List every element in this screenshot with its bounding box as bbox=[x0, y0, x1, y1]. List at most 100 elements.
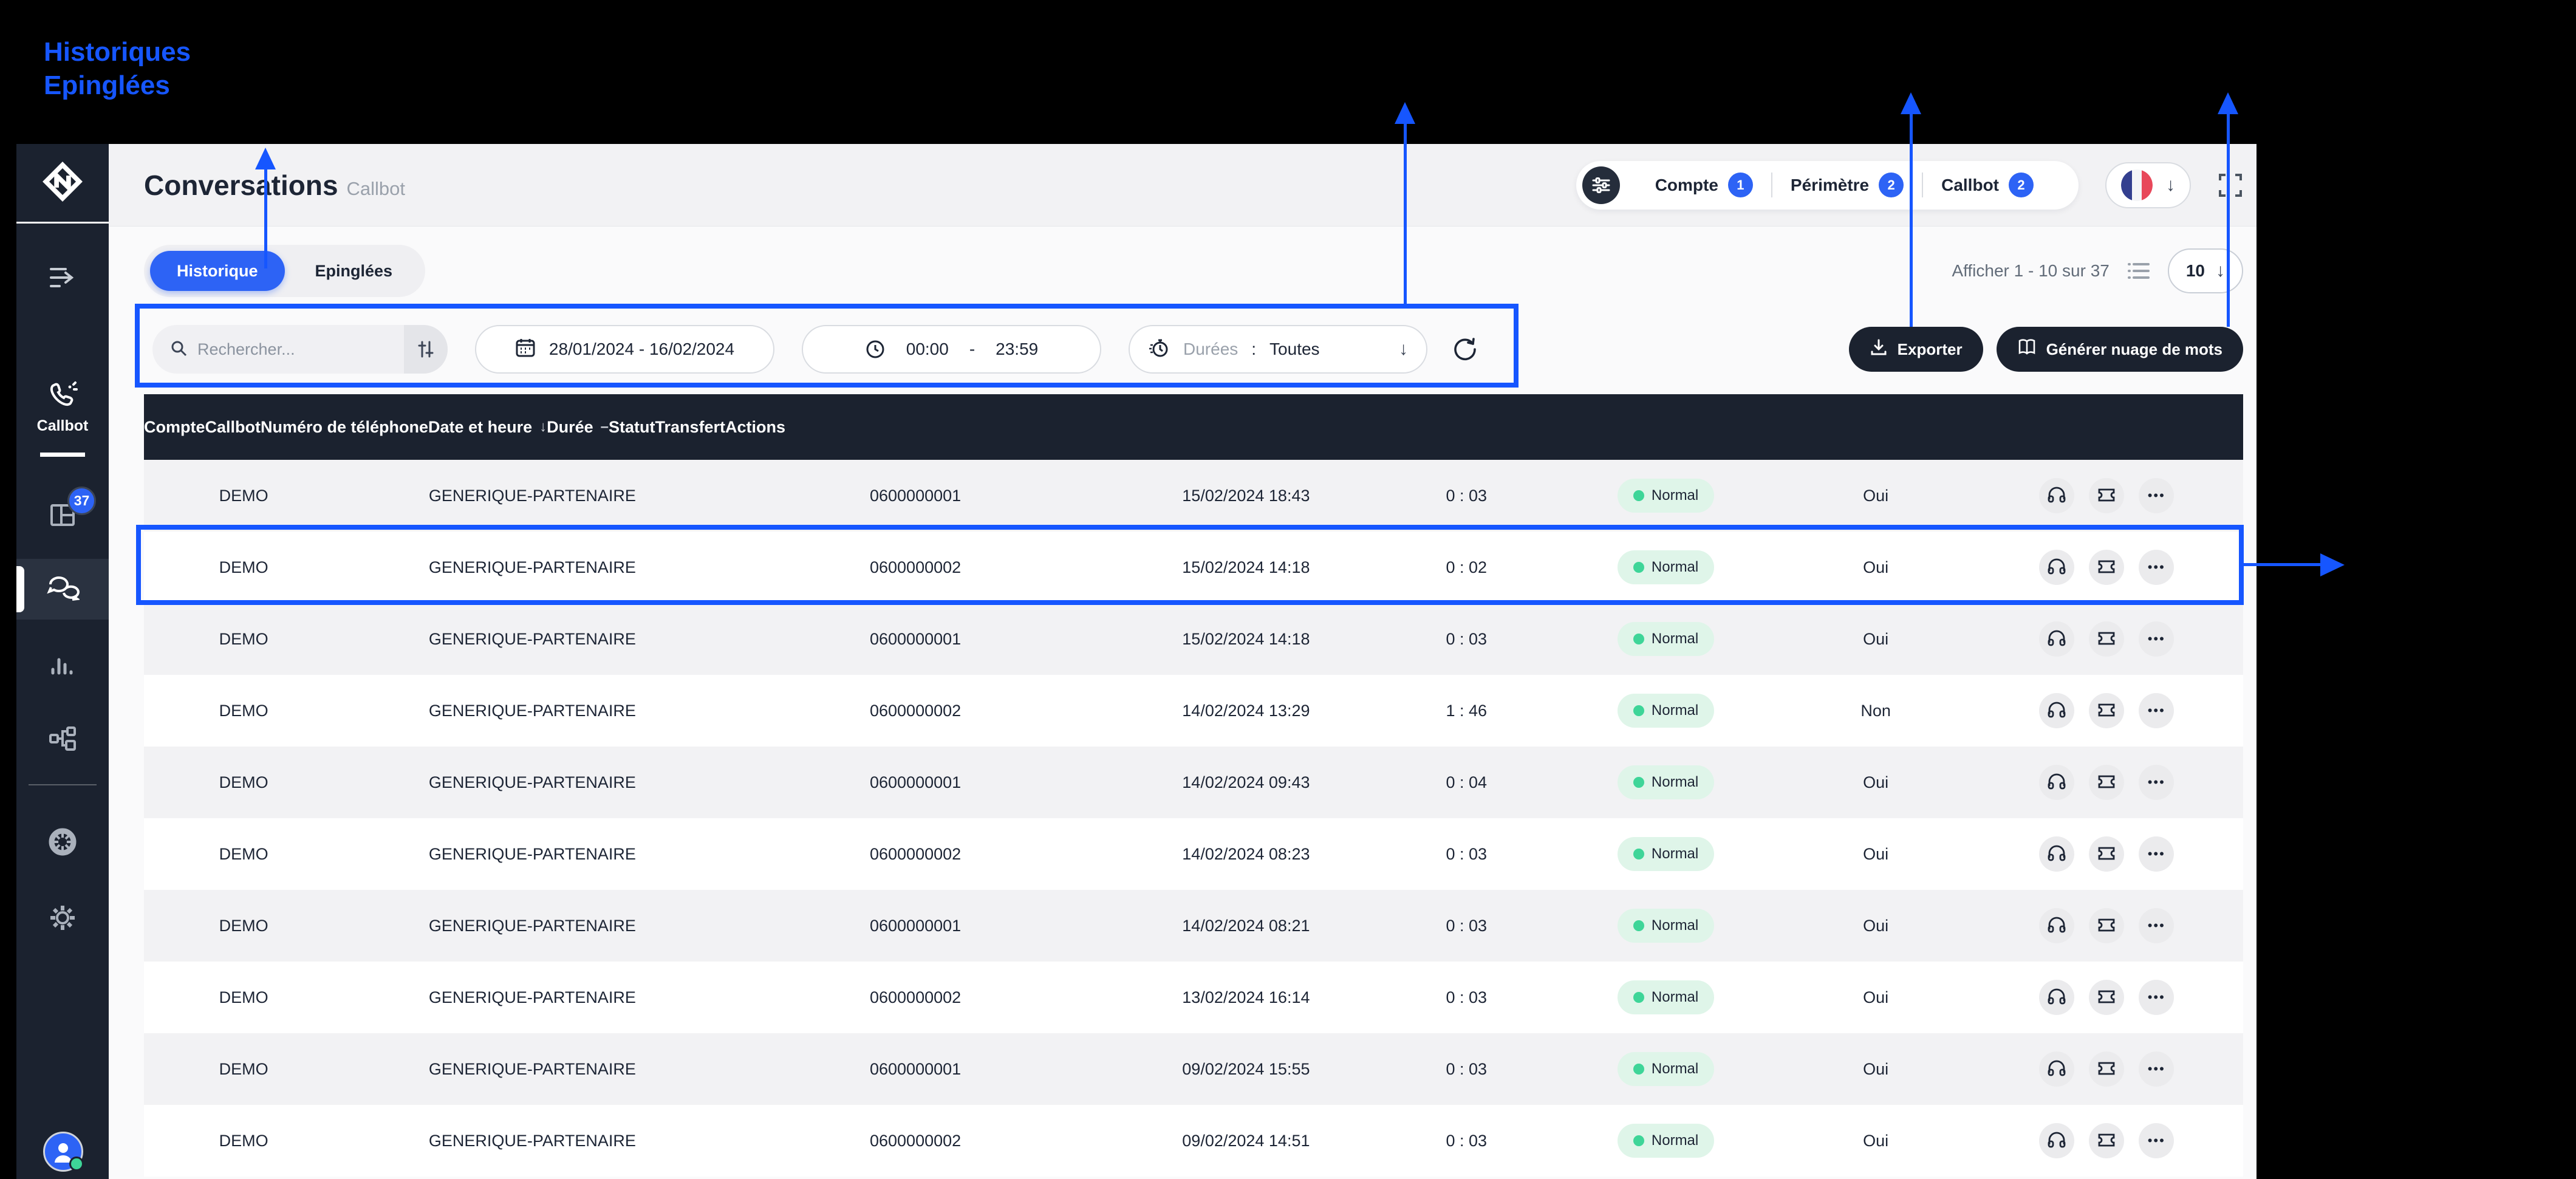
headphones-icon bbox=[2047, 701, 2066, 721]
table-row[interactable]: DEMO GENERIQUE-PARTENAIRE 0600000002 14/… bbox=[144, 675, 2243, 747]
transcript-button[interactable] bbox=[2089, 908, 2125, 943]
cell-compte: DEMO bbox=[219, 1059, 268, 1078]
column-label: Compte bbox=[144, 417, 205, 436]
transcript-button[interactable] bbox=[2089, 478, 2125, 513]
more-options-button[interactable]: ••• bbox=[2139, 765, 2175, 800]
ellipsis-icon: ••• bbox=[2147, 774, 2165, 790]
sidebar-item-statistics[interactable] bbox=[44, 646, 81, 683]
cell-transfer: Oui bbox=[1863, 486, 1889, 505]
more-options-button[interactable]: ••• bbox=[2139, 550, 2175, 585]
table-column-header[interactable]: Compte bbox=[144, 418, 205, 437]
table-row[interactable]: DEMO GENERIQUE-PARTENAIRE 0600000002 13/… bbox=[144, 962, 2243, 1033]
more-options-button[interactable]: ••• bbox=[2139, 693, 2175, 728]
transcript-button[interactable] bbox=[2089, 980, 2125, 1015]
ellipsis-icon: ••• bbox=[2147, 989, 2165, 1005]
time-start-value: 00:00 bbox=[906, 340, 949, 358]
more-options-button[interactable]: ••• bbox=[2139, 908, 2175, 943]
more-options-button[interactable]: ••• bbox=[2139, 478, 2175, 513]
notification-badge: 37 bbox=[67, 487, 96, 515]
durations-select[interactable]: Durées : Toutes ↓ bbox=[1129, 325, 1427, 374]
sidebar-item-monitoring[interactable] bbox=[44, 824, 81, 860]
list-icon[interactable] bbox=[2127, 261, 2151, 281]
table-column-header[interactable]: Transfert bbox=[655, 418, 726, 437]
listen-button[interactable] bbox=[2039, 908, 2075, 943]
table-column-header[interactable]: Date et heure ↓ bbox=[428, 418, 547, 437]
scope-filter-item[interactable]: Callbot 2 bbox=[1922, 173, 2052, 197]
transcript-button[interactable] bbox=[2089, 550, 2125, 585]
cell-duration: 0 : 03 bbox=[1446, 988, 1488, 1006]
table-row[interactable]: DEMO GENERIQUE-PARTENAIRE 0600000002 09/… bbox=[144, 1105, 2243, 1177]
tab-epinglees[interactable]: Epinglées bbox=[289, 251, 420, 291]
sidebar-item-settings[interactable] bbox=[44, 900, 81, 936]
table-row[interactable]: DEMO GENERIQUE-PARTENAIRE 0600000001 15/… bbox=[144, 460, 2243, 531]
table-column-header[interactable]: Callbot bbox=[205, 418, 261, 437]
table-column-header[interactable]: Actions bbox=[725, 418, 785, 437]
search-input[interactable]: Rechercher... bbox=[152, 325, 448, 374]
sidebar-item-flows[interactable] bbox=[44, 720, 81, 757]
status-dot-icon bbox=[1633, 1064, 1644, 1075]
more-options-button[interactable]: ••• bbox=[2139, 836, 2175, 872]
advanced-filters-button[interactable] bbox=[404, 325, 448, 374]
scope-filter-item[interactable]: Périmètre 2 bbox=[1771, 173, 1922, 197]
table-column-header[interactable]: Numéro de téléphone bbox=[261, 418, 428, 437]
cell-compte: DEMO bbox=[219, 844, 268, 863]
listen-button[interactable] bbox=[2039, 836, 2075, 872]
table-row[interactable]: DEMO GENERIQUE-PARTENAIRE 0600000001 15/… bbox=[144, 603, 2243, 675]
status-badge: Normal bbox=[1617, 1124, 1715, 1158]
annotation-label: Historiques Epinglées bbox=[44, 35, 191, 102]
online-status-dot bbox=[69, 1157, 84, 1171]
cell-duration: 0 : 03 bbox=[1446, 1131, 1488, 1150]
ticket-icon bbox=[2097, 558, 2116, 577]
filter-sliders-icon[interactable] bbox=[1582, 166, 1620, 204]
listen-button[interactable] bbox=[2039, 980, 2075, 1015]
sidebar-collapse-button[interactable] bbox=[44, 259, 81, 296]
more-options-button[interactable]: ••• bbox=[2139, 1051, 2175, 1087]
table-row[interactable]: DEMO GENERIQUE-PARTENAIRE 0600000001 14/… bbox=[144, 747, 2243, 818]
time-range-picker[interactable]: 00:00 - 23:59 bbox=[802, 325, 1101, 374]
transcript-button[interactable] bbox=[2089, 765, 2125, 800]
more-options-button[interactable]: ••• bbox=[2139, 1123, 2175, 1158]
table-column-header[interactable]: Statut bbox=[609, 418, 655, 437]
cell-duration: 0 : 03 bbox=[1446, 629, 1488, 648]
user-avatar[interactable] bbox=[43, 1132, 84, 1172]
table-column-header[interactable]: Durée – bbox=[547, 418, 609, 437]
export-button[interactable]: Exporter bbox=[1848, 327, 1983, 372]
listen-button[interactable] bbox=[2039, 478, 2075, 513]
headphones-icon bbox=[2047, 844, 2066, 864]
ticket-icon bbox=[2097, 1132, 2116, 1150]
status-dot-icon bbox=[1633, 562, 1644, 573]
sidebar-item-callbot[interactable] bbox=[44, 378, 81, 415]
listen-button[interactable] bbox=[2039, 765, 2075, 800]
date-range-picker[interactable]: 28/01/2024 - 16/02/2024 bbox=[475, 325, 774, 374]
listen-button[interactable] bbox=[2039, 621, 2075, 657]
table-row[interactable]: DEMO GENERIQUE-PARTENAIRE 0600000002 15/… bbox=[144, 531, 2243, 603]
sidebar-item-conversations[interactable] bbox=[44, 570, 81, 606]
transcript-button[interactable] bbox=[2089, 836, 2125, 872]
annotation-line-1: Historiques bbox=[44, 37, 191, 67]
search-icon bbox=[169, 339, 188, 360]
scope-filter-item[interactable]: Compte 1 bbox=[1637, 173, 1771, 197]
chat-bubbles-icon bbox=[46, 572, 80, 604]
listen-button[interactable] bbox=[2039, 693, 2075, 728]
transcript-button[interactable] bbox=[2089, 621, 2125, 657]
table-row[interactable]: DEMO GENERIQUE-PARTENAIRE 0600000001 09/… bbox=[144, 1033, 2243, 1105]
transcript-button[interactable] bbox=[2089, 693, 2125, 728]
transcript-button[interactable] bbox=[2089, 1051, 2125, 1087]
table-row[interactable]: DEMO GENERIQUE-PARTENAIRE 0600000002 14/… bbox=[144, 818, 2243, 890]
sidebar-section-label: Callbot bbox=[36, 417, 89, 434]
column-label: Actions bbox=[725, 417, 786, 436]
wordcloud-button[interactable]: Générer nuage de mots bbox=[1996, 327, 2243, 372]
listen-button[interactable] bbox=[2039, 550, 2075, 585]
more-options-button[interactable]: ••• bbox=[2139, 621, 2175, 657]
status-label: Normal bbox=[1651, 774, 1699, 790]
transcript-button[interactable] bbox=[2089, 1123, 2125, 1158]
more-options-button[interactable]: ••• bbox=[2139, 980, 2175, 1015]
language-selector[interactable]: ↓ bbox=[2105, 162, 2191, 208]
table-row[interactable]: DEMO GENERIQUE-PARTENAIRE 0600000001 14/… bbox=[144, 890, 2243, 962]
refresh-icon[interactable] bbox=[1451, 335, 1479, 363]
listen-button[interactable] bbox=[2039, 1123, 2075, 1158]
cell-callbot: GENERIQUE-PARTENAIRE bbox=[428, 844, 636, 863]
status-dot-icon bbox=[1633, 634, 1644, 644]
status-badge: Normal bbox=[1617, 622, 1715, 656]
listen-button[interactable] bbox=[2039, 1051, 2075, 1087]
